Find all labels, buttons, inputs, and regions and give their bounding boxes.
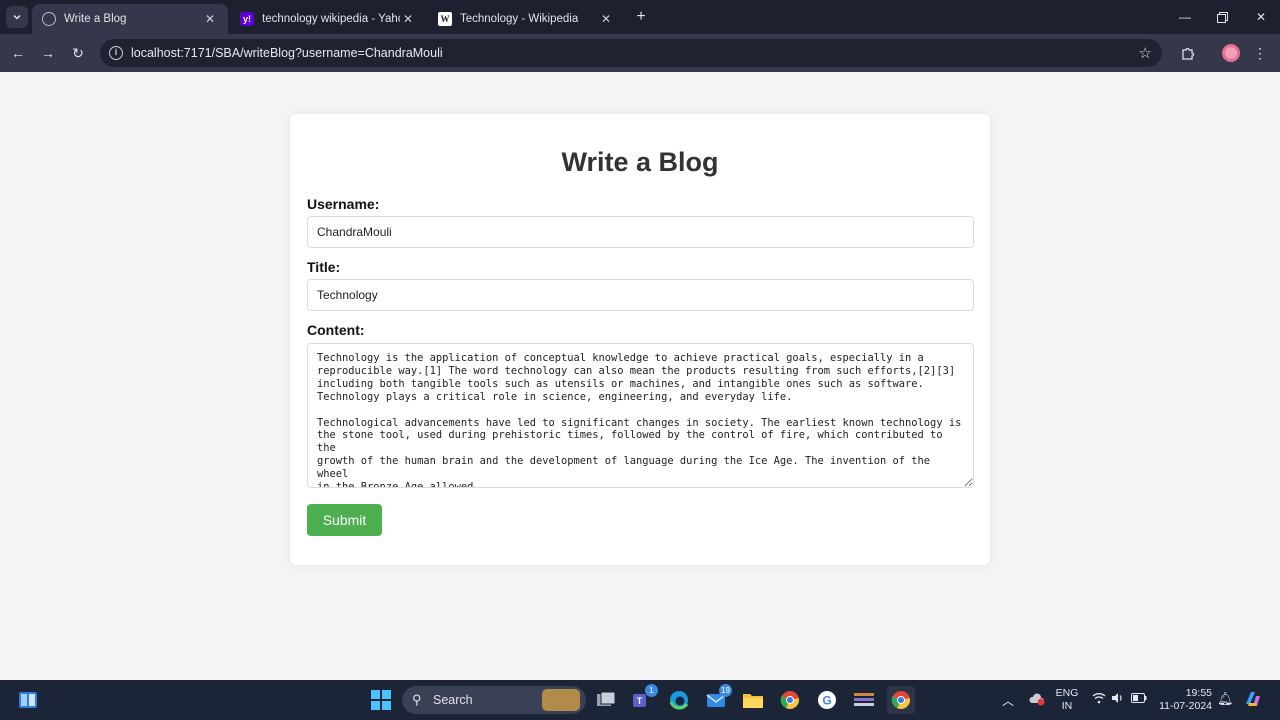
search-label: Search <box>433 693 473 707</box>
new-tab-button[interactable]: + <box>632 8 650 26</box>
chrome-icon <box>891 691 911 709</box>
cloud-icon <box>1029 693 1045 706</box>
extensions-button[interactable] <box>1178 43 1198 63</box>
onedrive-status-button[interactable] <box>1028 692 1046 709</box>
bell-icon: 🔔︎ <box>1217 691 1234 706</box>
chevron-down-icon <box>13 14 21 20</box>
taskbar: ⚲ Search T 1 19 G ︿ ENG IN 19:55 11-07-2… <box>0 680 1280 720</box>
page-body: Write a Blog Username: Title: Content: T… <box>0 72 1280 680</box>
task-view-button[interactable] <box>594 688 618 712</box>
content-label: Content: <box>307 322 365 338</box>
teams-badge: 1 <box>645 684 658 697</box>
browser-tab-strip: Write a Blog ✕ y! technology wikipedia -… <box>0 0 1280 34</box>
language-region: IN <box>1061 700 1073 712</box>
svg-text:T: T <box>637 696 643 706</box>
arrow-left-icon: ← <box>11 45 25 61</box>
wifi-icon[interactable] <box>1092 692 1106 707</box>
bookmark-star-icon[interactable]: ☆ <box>1139 44 1152 62</box>
arrow-right-icon: → <box>41 45 55 61</box>
reload-icon: ↻ <box>72 44 84 61</box>
tab-write-a-blog[interactable]: Write a Blog ✕ <box>32 4 228 34</box>
username-label: Username: <box>307 196 380 212</box>
copilot-button[interactable] <box>1243 689 1263 712</box>
clock[interactable]: 19:55 11-07-2024 <box>1152 687 1212 713</box>
folder-icon <box>743 694 763 708</box>
more-vertical-icon: ⋮ <box>1253 44 1267 61</box>
content-textarea[interactable]: Technology is the application of concept… <box>307 343 974 488</box>
blog-form-card: Write a Blog Username: Title: Content: T… <box>290 114 990 565</box>
language-code: ENG <box>1055 687 1079 699</box>
search-highlight-image <box>542 689 580 711</box>
forward-button[interactable]: → <box>38 43 58 63</box>
edge-icon <box>669 691 689 710</box>
tab-title: Write a Blog <box>64 13 127 25</box>
copilot-icon <box>1246 692 1260 706</box>
minimize-icon: — <box>1179 10 1191 24</box>
app-button[interactable] <box>852 688 876 712</box>
profile-avatar[interactable] <box>1222 44 1240 62</box>
widgets-button[interactable] <box>16 688 40 712</box>
tab-title: Technology - Wikipedia <box>460 13 579 25</box>
tab-title: technology wikipedia - Yahoo Ir <box>262 13 400 25</box>
tab-wikipedia[interactable]: W Technology - Wikipedia ✕ <box>428 4 624 34</box>
site-info-icon[interactable]: i <box>109 46 123 60</box>
close-window-button[interactable]: ✕ <box>1242 0 1280 34</box>
close-icon: ✕ <box>1255 10 1267 24</box>
mail-badge: 19 <box>719 684 732 697</box>
clock-date: 11-07-2024 <box>1159 700 1212 712</box>
close-icon[interactable]: ✕ <box>400 12 416 26</box>
page-title: Write a Blog <box>561 147 719 177</box>
clock-time: 19:55 <box>1185 687 1212 699</box>
url-text[interactable]: localhost:7171/SBA/writeBlog?username=Ch… <box>131 46 443 60</box>
file-explorer-button[interactable] <box>741 688 765 712</box>
wikipedia-icon: W <box>438 12 452 26</box>
chrome-icon <box>780 691 800 709</box>
windows-logo-icon <box>371 690 391 710</box>
chrome-button[interactable] <box>778 688 802 712</box>
close-icon[interactable]: ✕ <box>598 12 614 26</box>
title-input[interactable] <box>307 279 974 311</box>
browser-menu-button[interactable]: ⋮ <box>1250 43 1270 63</box>
battery-icon[interactable] <box>1131 693 1147 706</box>
edge-button[interactable] <box>667 688 691 712</box>
teams-button[interactable]: T 1 <box>630 684 658 712</box>
notifications-button[interactable]: 🔔︎ <box>1217 691 1234 707</box>
username-input[interactable] <box>307 216 974 248</box>
browser-toolbar: ← → ↻ i localhost:7171/SBA/writeBlog?use… <box>0 34 1280 72</box>
language-indicator[interactable]: ENG IN <box>1052 687 1082 713</box>
restore-icon <box>1216 11 1228 23</box>
restore-button[interactable] <box>1203 0 1241 34</box>
search-icon: ⚲ <box>412 692 422 707</box>
show-hidden-icons-button[interactable]: ︿ <box>1002 692 1014 709</box>
globe-icon <box>42 12 56 26</box>
puzzle-icon <box>1181 47 1194 60</box>
minimize-button[interactable]: — <box>1166 0 1204 34</box>
task-view-icon <box>597 691 616 706</box>
address-bar[interactable]: i localhost:7171/SBA/writeBlog?username=… <box>100 39 1162 67</box>
yahoo-icon: y! <box>240 12 254 26</box>
close-icon[interactable]: ✕ <box>202 12 218 26</box>
volume-icon[interactable] <box>1111 692 1125 707</box>
submit-button[interactable]: Submit <box>307 504 382 536</box>
back-button[interactable]: ← <box>8 43 28 63</box>
taskbar-search[interactable]: ⚲ Search <box>402 686 586 714</box>
tab-yahoo-search[interactable]: y! technology wikipedia - Yahoo Ir ✕ <box>230 4 426 34</box>
google-icon: G <box>818 691 836 709</box>
tab-search-button[interactable] <box>6 6 28 28</box>
title-label: Title: <box>307 259 341 275</box>
chrome-active-button[interactable] <box>887 686 915 714</box>
google-app-button[interactable]: G <box>815 688 839 712</box>
widgets-icon <box>19 692 37 708</box>
chevron-up-icon: ︿ <box>1002 694 1015 708</box>
reload-button[interactable]: ↻ <box>68 43 88 63</box>
svg-text:G: G <box>822 694 831 708</box>
app-icon <box>854 693 874 706</box>
plus-icon: + <box>636 8 646 25</box>
start-button[interactable] <box>369 688 393 712</box>
mail-button[interactable]: 19 <box>704 684 732 712</box>
